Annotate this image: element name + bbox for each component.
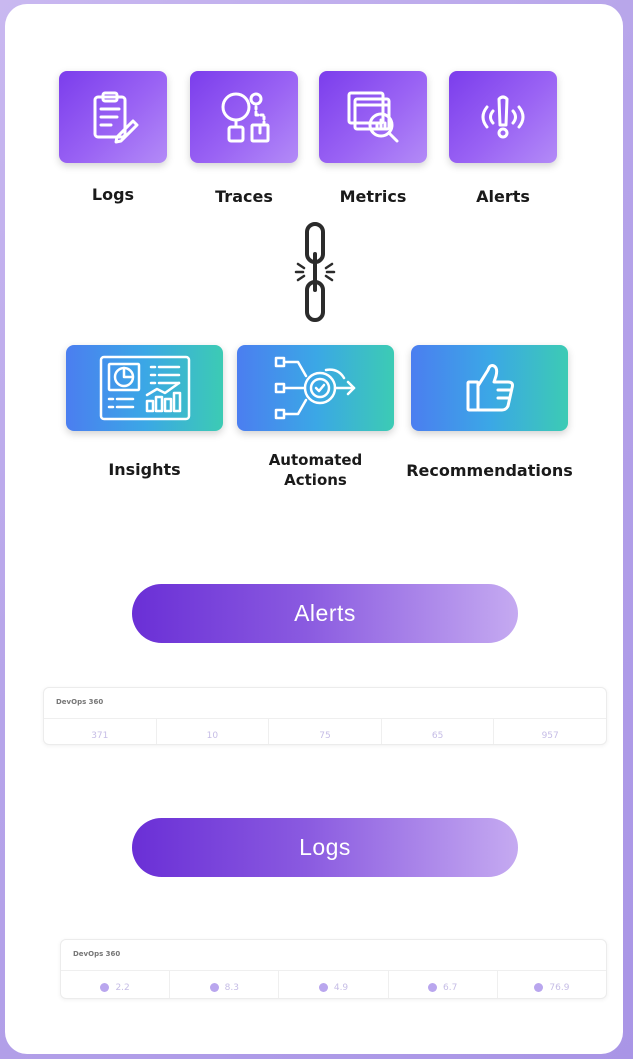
metrics-label: Metrics — [339, 187, 407, 206]
insights-label: Insights — [108, 460, 181, 479]
metrics-tile — [319, 71, 427, 163]
alerts-preview-cell: 65 — [382, 719, 495, 744]
alerts-preview-cell: 75 — [269, 719, 382, 744]
alerts-button[interactable]: Alerts — [132, 584, 518, 643]
logs-preview-cell: 6.7 — [389, 971, 498, 998]
automated-actions-label: Automated Actions — [237, 450, 394, 490]
traces-label: Traces — [215, 187, 273, 206]
alerts-preview-value: 371 — [91, 731, 109, 741]
alerts-preview-grid: 371 10 75 65 957 — [44, 718, 606, 744]
logs-preview-value: 2.2 — [115, 983, 130, 993]
logs-preview-panel: DevOps 360 2.2 8.3 4.9 6.7 76.9 — [60, 939, 607, 999]
logs-preview-value: 4.9 — [333, 983, 349, 993]
traces-tile — [190, 71, 298, 163]
alerts-preview-value: 10 — [206, 731, 219, 741]
status-dot-icon — [318, 983, 328, 992]
automated-actions-label-line1: Automated — [268, 451, 363, 469]
alerts-preview-cell: 957 — [494, 719, 606, 744]
alerts-tile — [449, 71, 557, 163]
main-card: Logs Traces Metrics Alerts Insights Auto… — [5, 4, 623, 1054]
alerts-preview-value: 75 — [319, 731, 331, 741]
alerts-preview-panel: DevOps 360 371 10 75 65 957 — [43, 687, 607, 745]
logs-preview-cell: 2.2 — [61, 971, 171, 998]
logs-preview-cell: 76.9 — [498, 971, 606, 998]
recommendations-label: Recommendations — [406, 461, 573, 480]
status-dot-icon — [428, 983, 438, 992]
alerts-preview-value: 957 — [541, 731, 559, 741]
automated-actions-tile — [237, 345, 394, 431]
logs-preview-value: 76.9 — [549, 983, 570, 993]
alerts-preview-cell: 371 — [44, 719, 157, 744]
broken-chain-link-icon — [294, 222, 336, 322]
logs-preview-grid: 2.2 8.3 4.9 6.7 76.9 — [61, 970, 606, 998]
logs-preview-cell: 4.9 — [279, 971, 389, 998]
alerts-preview-title: DevOps 360 — [56, 698, 104, 706]
alerts-preview-cell: 10 — [157, 719, 270, 744]
logs-button[interactable]: Logs — [132, 818, 518, 877]
logs-label: Logs — [91, 185, 135, 204]
automation-flow-icon — [274, 356, 355, 420]
logs-preview-value: 6.7 — [443, 983, 458, 993]
recommendations-tile — [411, 345, 568, 431]
logs-preview-title: DevOps 360 — [73, 950, 121, 958]
alerts-preview-value: 65 — [431, 731, 444, 741]
automated-actions-label-line2: Actions — [284, 471, 347, 489]
status-dot-icon — [100, 983, 110, 992]
alerts-label: Alerts — [476, 187, 530, 206]
thumbs-up-icon — [466, 364, 514, 412]
logs-preview-value: 8.3 — [224, 983, 239, 993]
alarm-exclamation-icon — [481, 95, 525, 139]
magnifier-trace-icon — [221, 92, 270, 143]
logs-preview-cell: 8.3 — [170, 971, 280, 998]
chart-magnifier-icon — [347, 91, 399, 143]
logs-tile — [59, 71, 167, 163]
status-dot-icon — [534, 983, 544, 992]
status-dot-icon — [209, 983, 219, 992]
clipboard-edit-icon — [93, 91, 139, 144]
dashboard-insights-icon — [99, 355, 190, 421]
insights-tile — [66, 345, 223, 431]
